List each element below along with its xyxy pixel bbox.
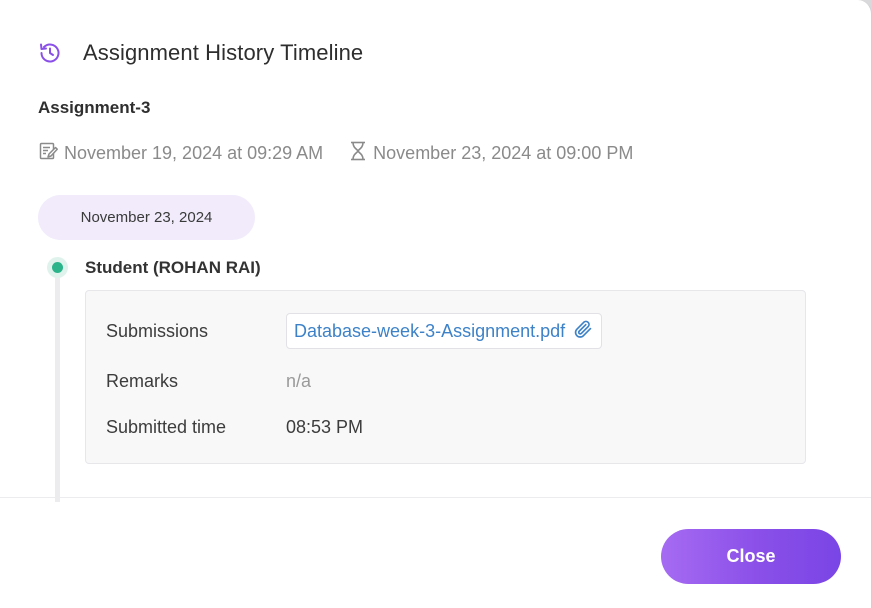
timeline-dot bbox=[47, 257, 68, 278]
hourglass-icon bbox=[349, 141, 373, 166]
submission-file-name[interactable]: Database-week-3-Assignment.pdf bbox=[294, 321, 565, 342]
due-date: November 23, 2024 at 09:00 PM bbox=[349, 141, 633, 166]
timeline-actor: Student (ROHAN RAI) bbox=[85, 258, 261, 277]
assignment-dates: November 19, 2024 at 09:29 AM November 2… bbox=[38, 141, 633, 166]
history-icon bbox=[38, 41, 62, 65]
submission-file-link[interactable]: Database-week-3-Assignment.pdf bbox=[286, 313, 603, 349]
modal-header: Assignment History Timeline bbox=[38, 40, 363, 66]
created-date-text: November 19, 2024 at 09:29 AM bbox=[64, 143, 324, 163]
remarks-value: n/a bbox=[286, 371, 312, 391]
footer-divider bbox=[0, 497, 871, 498]
edit-document-icon bbox=[38, 141, 64, 166]
submissions-label: Submissions bbox=[106, 320, 209, 341]
paperclip-icon[interactable] bbox=[565, 319, 593, 344]
created-date: November 19, 2024 at 09:29 AM bbox=[38, 141, 323, 166]
assignment-name: Assignment-3 bbox=[38, 98, 151, 117]
timeline-date-pill: November 23, 2024 bbox=[38, 195, 255, 240]
assignment-history-modal: Assignment History Timeline Assignment-3… bbox=[0, 0, 872, 608]
submitted-time-row: Submitted time 08:53 PM bbox=[106, 417, 363, 438]
remarks-label: Remarks bbox=[106, 371, 179, 391]
remarks-row: Remarks n/a bbox=[106, 371, 311, 392]
modal-title: Assignment History Timeline bbox=[83, 40, 364, 65]
due-date-text: November 23, 2024 at 09:00 PM bbox=[373, 143, 634, 163]
submitted-time-value: 08:53 PM bbox=[286, 417, 364, 437]
submissions-row: Submissions Database-week-3-Assignment.p… bbox=[106, 313, 603, 349]
close-button[interactable]: Close bbox=[661, 529, 841, 584]
submitted-time-label: Submitted time bbox=[106, 417, 227, 437]
timeline-line bbox=[55, 272, 60, 502]
submission-card: Submissions Database-week-3-Assignment.p… bbox=[85, 290, 806, 464]
